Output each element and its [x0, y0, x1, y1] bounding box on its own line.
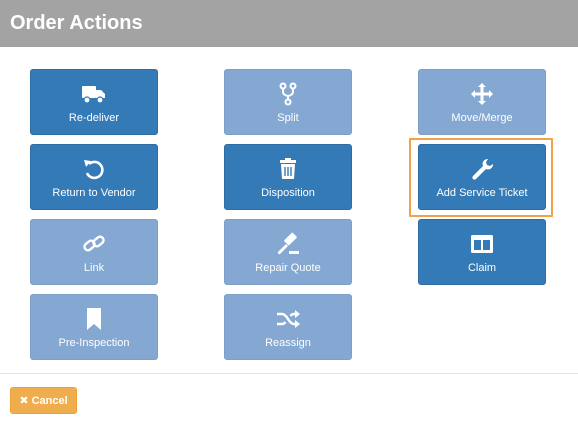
shuffle-icon — [277, 310, 300, 328]
cancel-button[interactable]: ✖ Cancel — [10, 387, 77, 414]
button-label: Repair Quote — [255, 262, 321, 274]
actions-grid: Re-deliver Split Move/Merge Return to Ve… — [0, 47, 578, 373]
button-label: Disposition — [261, 187, 315, 199]
split-button[interactable]: Split — [224, 69, 352, 135]
dialog-footer: ✖ Cancel — [0, 373, 578, 424]
bookmark-icon — [87, 308, 101, 330]
move-arrows-icon — [471, 83, 493, 105]
button-label: Return to Vendor — [52, 187, 136, 199]
link-icon — [83, 235, 105, 252]
close-icon: ✖ — [19, 395, 29, 407]
undo-icon — [84, 160, 104, 180]
claim-button[interactable]: Claim — [418, 219, 546, 285]
button-label: Move/Merge — [451, 112, 513, 124]
selected-action-highlight — [409, 138, 553, 217]
truck-icon — [82, 86, 105, 104]
repair-quote-button[interactable]: Repair Quote — [224, 219, 352, 285]
dialog-title: Order Actions — [0, 0, 578, 47]
columns-icon — [471, 235, 493, 253]
pre-inspection-button[interactable]: Pre-Inspection — [30, 294, 158, 360]
cancel-label: Cancel — [31, 394, 68, 407]
button-label: Link — [83, 262, 105, 274]
order-actions-dialog: Order Actions Re-deliver Split Move/Merg… — [0, 0, 578, 424]
button-label: Reassign — [265, 337, 311, 349]
code-fork-icon — [279, 82, 297, 106]
button-label: Re-deliver — [68, 112, 120, 124]
button-label: Pre-Inspection — [58, 337, 130, 349]
button-label: Claim — [467, 262, 497, 274]
trash-icon — [280, 158, 296, 179]
button-label: Split — [277, 112, 299, 124]
link-button[interactable]: Link — [30, 219, 158, 285]
gavel-icon — [277, 232, 299, 255]
move-merge-button[interactable]: Move/Merge — [418, 69, 546, 135]
disposition-button[interactable]: Disposition — [224, 144, 352, 210]
re-deliver-button[interactable]: Re-deliver — [30, 69, 158, 135]
reassign-button[interactable]: Reassign — [224, 294, 352, 360]
return-to-vendor-button[interactable]: Return to Vendor — [30, 144, 158, 210]
